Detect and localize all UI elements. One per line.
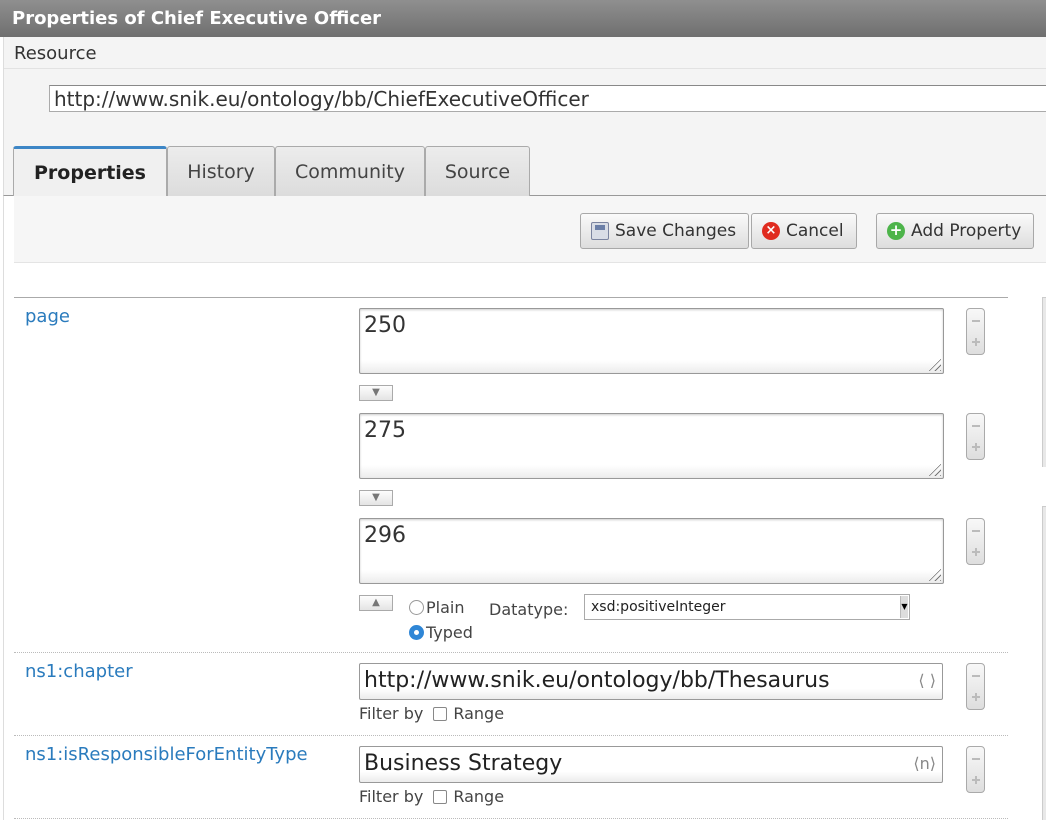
arrow-down-icon: ▼ [372, 387, 380, 398]
radio-button[interactable] [409, 600, 424, 615]
tab-bar: Properties History Community Source [3, 134, 1046, 197]
resource-uri-input[interactable] [49, 85, 1046, 112]
property-name-page[interactable]: page [25, 306, 70, 327]
literal-icon[interactable]: ⟨n⟩ [913, 754, 936, 773]
remove-icon[interactable] [972, 675, 980, 677]
remove-icon[interactable] [972, 530, 980, 532]
resource-label: Resource [14, 43, 97, 64]
move-up-button[interactable]: ▲ [359, 595, 393, 611]
remove-icon[interactable] [972, 425, 980, 427]
responsible-value-text: Business Strategy [364, 751, 563, 776]
cancel-icon: × [762, 222, 780, 240]
resize-grip-icon[interactable] [927, 567, 941, 581]
add-property-label: Add Property [911, 221, 1022, 241]
property-name-chapter[interactable]: ns1:chapter [25, 661, 133, 682]
divider [4, 68, 1046, 69]
remove-icon[interactable] [972, 758, 980, 760]
plain-label: Plain [426, 598, 465, 617]
move-down-button[interactable]: ▼ [359, 490, 393, 506]
add-property-button[interactable]: + Add Property [876, 213, 1035, 249]
divider [14, 652, 1008, 653]
scrollbar[interactable] [1042, 506, 1046, 820]
scrollbar[interactable] [1042, 297, 1046, 467]
filter-row: Filter by Range [359, 787, 504, 806]
range-checkbox[interactable] [433, 706, 448, 721]
filter-row: Filter by Range [359, 704, 504, 723]
datatype-label: Datatype: [489, 600, 569, 619]
cancel-label: Cancel [786, 221, 844, 241]
tab-community[interactable]: Community [275, 146, 425, 196]
page-value-2[interactable]: 275 [359, 413, 944, 479]
tab-history[interactable]: History [167, 146, 275, 196]
save-icon [591, 222, 609, 240]
range-checkbox[interactable] [433, 789, 448, 804]
page-value-3[interactable]: 296 [359, 518, 944, 584]
add-icon[interactable] [972, 548, 980, 556]
save-button[interactable]: Save Changes [580, 213, 750, 249]
value-controls[interactable] [966, 413, 985, 460]
typed-label: Typed [426, 623, 473, 642]
move-down-button[interactable]: ▼ [359, 385, 393, 401]
uri-icon[interactable]: ⟨ ⟩ [918, 671, 936, 690]
divider [14, 297, 1008, 298]
plain-radio[interactable]: Plain [409, 598, 464, 617]
tab-properties[interactable]: Properties [13, 146, 167, 197]
cancel-button[interactable]: × Cancel [751, 213, 857, 249]
arrow-up-icon: ▲ [372, 597, 380, 608]
value-controls[interactable] [966, 663, 985, 710]
page-value-text: 296 [364, 523, 406, 548]
properties-panel: Save Changes × Cancel + Add Property pag… [3, 196, 1046, 820]
chevron-down-icon: ▼ [900, 596, 908, 618]
datatype-select[interactable]: xsd:positiveInteger ▼ [584, 594, 910, 620]
page-value-text: 275 [364, 418, 406, 443]
chapter-value-input[interactable]: http://www.snik.eu/ontology/bb/Thesaurus… [359, 663, 943, 700]
chapter-value-text: http://www.snik.eu/ontology/bb/Thesaurus [364, 668, 830, 693]
filter-label: Filter by [359, 704, 424, 723]
add-icon: + [887, 222, 905, 240]
resource-panel: Resource [3, 37, 1046, 134]
typed-radio[interactable]: Typed [409, 623, 473, 642]
window-title: Properties of Chief Executive Officer [0, 0, 1046, 37]
tab-source[interactable]: Source [425, 146, 530, 196]
range-label: Range [453, 787, 505, 806]
property-name-responsible[interactable]: ns1:isResponsibleForEntityType [25, 744, 308, 765]
filter-label: Filter by [359, 787, 424, 806]
add-icon[interactable] [972, 776, 980, 784]
page-value-1[interactable]: 250 [359, 308, 944, 374]
range-label: Range [453, 704, 505, 723]
add-icon[interactable] [972, 693, 980, 701]
value-controls[interactable] [966, 518, 985, 565]
arrow-down-icon: ▼ [372, 492, 380, 503]
toolbar: Save Changes × Cancel + Add Property [14, 196, 1046, 263]
radio-button[interactable] [409, 625, 424, 640]
value-controls[interactable] [966, 746, 985, 793]
value-controls[interactable] [966, 308, 985, 355]
add-icon[interactable] [972, 338, 980, 346]
divider [14, 818, 1008, 819]
page-value-text: 250 [364, 313, 406, 338]
divider [14, 735, 1008, 736]
resize-grip-icon[interactable] [927, 462, 941, 476]
datatype-value: xsd:positiveInteger [591, 599, 726, 615]
add-icon[interactable] [972, 443, 980, 451]
remove-icon[interactable] [972, 320, 980, 322]
responsible-value-input[interactable]: Business Strategy ⟨n⟩ [359, 746, 943, 783]
save-label: Save Changes [615, 221, 737, 241]
resize-grip-icon[interactable] [927, 357, 941, 371]
